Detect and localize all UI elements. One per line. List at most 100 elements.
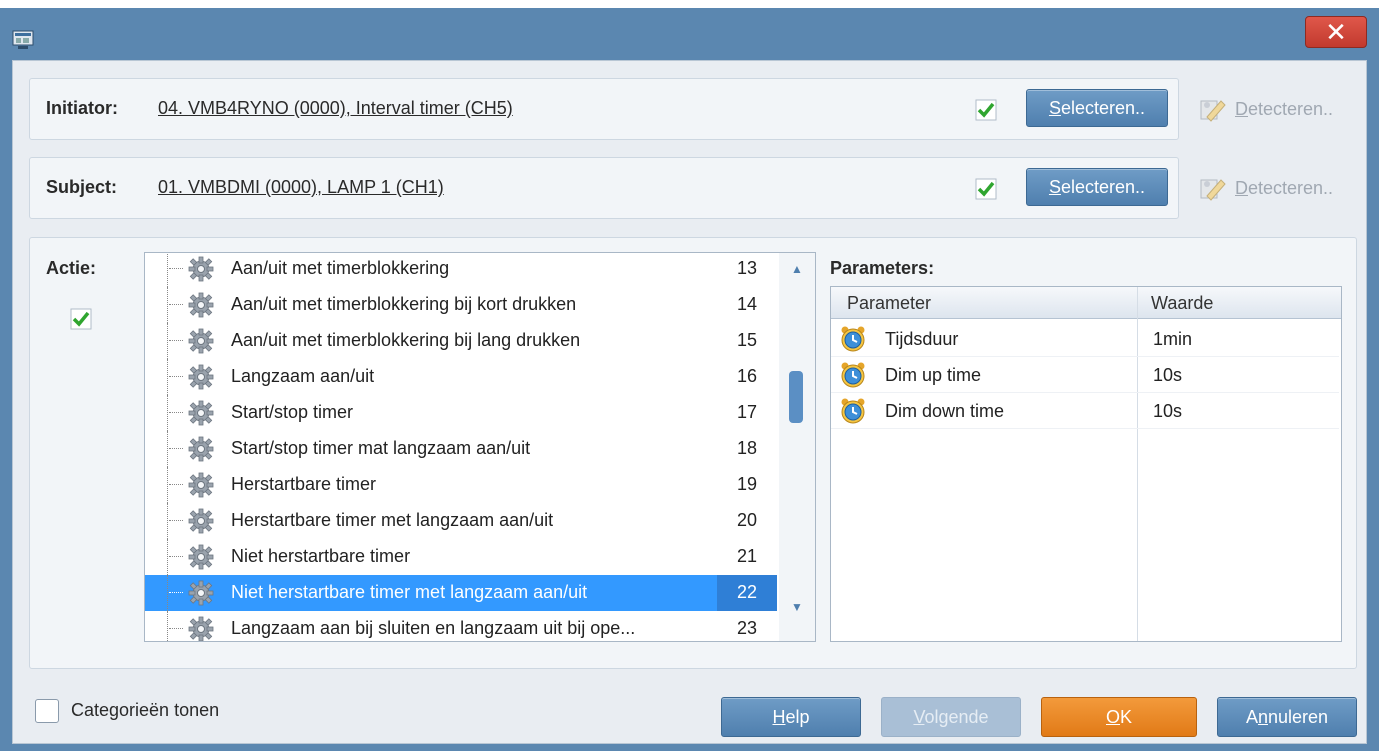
action-item-number: 18	[737, 438, 758, 458]
parameter-value[interactable]: 10s	[1153, 365, 1182, 386]
action-list-item[interactable]: Start/stop timer mat langzaam aan/uit 18	[145, 431, 777, 467]
dialog-client-area: Initiator: 04. VMB4RYNO (0000), Interval…	[12, 60, 1367, 744]
action-item-number: 19	[737, 474, 758, 494]
parameters-grid[interactable]: Parameter Waarde Tijdsduur 1min Dim up tim…	[830, 286, 1342, 642]
action-item-label: Aan/uit met timerblokkering bij lang dru…	[231, 330, 581, 350]
gear-icon	[187, 615, 215, 641]
tree-line	[167, 253, 168, 287]
initiator-check-icon	[975, 99, 997, 121]
tree-branch	[169, 448, 183, 449]
subject-group: Subject: 01. VMBDMI (0000), LAMP 1 (CH1)…	[29, 157, 1179, 219]
column-header-parameter[interactable]: Parameter	[847, 293, 931, 314]
tree-branch	[169, 412, 183, 413]
parameter-value[interactable]: 1min	[1153, 329, 1192, 350]
actie-check-icon	[70, 308, 92, 330]
action-scrollbar[interactable]: ▲ ▼	[779, 253, 815, 641]
gear-icon	[187, 543, 215, 571]
initiator-value-link[interactable]: 04. VMB4RYNO (0000), Interval timer (CH5…	[158, 98, 513, 119]
tree-line	[167, 575, 168, 611]
action-item-label: Start/stop timer mat langzaam aan/uit	[231, 438, 531, 458]
parameter-value[interactable]: 10s	[1153, 401, 1182, 422]
parameters-grid-header: Parameter Waarde	[831, 287, 1341, 319]
action-item-label: Langzaam aan bij sluiten en langzaam uit…	[231, 618, 636, 638]
clock-icon	[839, 325, 867, 353]
action-list-item[interactable]: Herstartbare timer 19	[145, 467, 777, 503]
tree-line	[167, 287, 168, 323]
subject-detect-button[interactable]: Detecteren..	[1197, 174, 1333, 202]
action-list-item[interactable]: Aan/uit met timerblokkering bij lang dru…	[145, 323, 777, 359]
action-item-label: Aan/uit met timerblokkering	[231, 258, 450, 278]
initiator-detect-button[interactable]: Detecteren..	[1197, 95, 1333, 123]
action-list-item[interactable]: Langzaam aan bij sluiten en langzaam uit…	[145, 611, 777, 641]
tree-line	[167, 431, 168, 467]
gear-icon	[187, 471, 215, 499]
close-icon: ✕	[1325, 17, 1347, 47]
action-item-label: Niet herstartbare timer met langzaam aan…	[231, 582, 588, 602]
tree-branch	[169, 592, 183, 593]
tree-branch	[169, 520, 183, 521]
gear-icon	[187, 255, 215, 283]
action-list-item[interactable]: Niet herstartbare timer met langzaam aan…	[145, 575, 777, 611]
gear-icon	[187, 435, 215, 463]
action-list-item[interactable]: Start/stop timer 17	[145, 395, 777, 431]
parameters-title: Parameters:	[830, 258, 935, 278]
action-item-label: Langzaam aan/uit	[231, 366, 375, 386]
action-item-number: 23	[737, 618, 758, 638]
tree-line	[167, 359, 168, 395]
show-categories-label: Categorieën tonen	[71, 700, 220, 720]
app-icon	[12, 30, 34, 49]
tree-line	[167, 395, 168, 431]
scroll-up-icon[interactable]: ▲	[786, 259, 808, 279]
parameter-name: Tijdsduur	[885, 329, 959, 349]
column-header-value[interactable]: Waarde	[1151, 293, 1213, 314]
subject-value-link[interactable]: 01. VMBDMI (0000), LAMP 1 (CH1)	[158, 177, 444, 198]
action-item-number: 13	[737, 258, 758, 278]
action-list-item[interactable]: Niet herstartbare timer 21	[145, 539, 777, 575]
show-categories-checkbox[interactable]	[35, 699, 59, 723]
action-item-number: 15	[737, 330, 758, 350]
subject-check-icon	[975, 178, 997, 200]
action-item-label: Herstartbare timer	[231, 474, 377, 494]
parameter-row[interactable]: Dim up time 10s	[831, 357, 1339, 393]
gear-icon	[187, 327, 215, 355]
action-group: Actie: Aan/uit met timerblokkering 13 Aan/…	[29, 237, 1357, 669]
close-button[interactable]: ✕	[1305, 16, 1367, 48]
tree-branch	[169, 376, 183, 377]
action-list[interactable]: Aan/uit met timerblokkering 13 Aan/uit met…	[144, 252, 816, 642]
action-item-number: 16	[737, 366, 758, 386]
gear-icon	[187, 507, 215, 535]
tree-branch	[169, 340, 183, 341]
gear-icon	[187, 399, 215, 427]
action-item-number: 17	[737, 402, 758, 422]
help-button[interactable]: Help	[721, 697, 861, 737]
tree-line	[167, 503, 168, 539]
action-item-label: Niet herstartbare timer	[231, 546, 411, 566]
detect-icon	[1200, 179, 1226, 201]
title-bar[interactable]: ✕	[0, 8, 1379, 60]
tree-branch	[169, 484, 183, 485]
scroll-down-icon[interactable]: ▼	[786, 597, 808, 617]
action-item-label: Start/stop timer	[231, 402, 354, 422]
dialog-window: ✕ Initiator: 04. VMB4RYNO (0000), Interv…	[0, 8, 1379, 751]
initiator-select-button[interactable]: Selecteren..	[1026, 89, 1168, 127]
subject-select-button[interactable]: Selecteren..	[1026, 168, 1168, 206]
parameter-name: Dim down time	[885, 401, 1005, 421]
action-list-item[interactable]: Aan/uit met timerblokkering bij kort dru…	[145, 287, 777, 323]
actie-label: Actie:	[46, 258, 97, 278]
scroll-thumb[interactable]	[789, 371, 803, 423]
parameter-row[interactable]: Dim down time 10s	[831, 393, 1339, 429]
detect-icon	[1200, 100, 1226, 122]
clock-icon	[839, 361, 867, 389]
tree-branch	[169, 628, 183, 629]
ok-button[interactable]: OK	[1041, 697, 1197, 737]
action-item-number: 22	[737, 582, 758, 602]
action-list-item[interactable]: Herstartbare timer met langzaam aan/uit 2…	[145, 503, 777, 539]
tree-line	[167, 611, 168, 641]
tree-branch	[169, 304, 183, 305]
cancel-button[interactable]: Annuleren	[1217, 697, 1357, 737]
next-button[interactable]: Volgende	[881, 697, 1021, 737]
gear-icon	[187, 579, 215, 607]
action-list-item[interactable]: Aan/uit met timerblokkering 13	[145, 253, 777, 287]
parameter-row[interactable]: Tijdsduur 1min	[831, 321, 1339, 357]
action-list-item[interactable]: Langzaam aan/uit 16	[145, 359, 777, 395]
